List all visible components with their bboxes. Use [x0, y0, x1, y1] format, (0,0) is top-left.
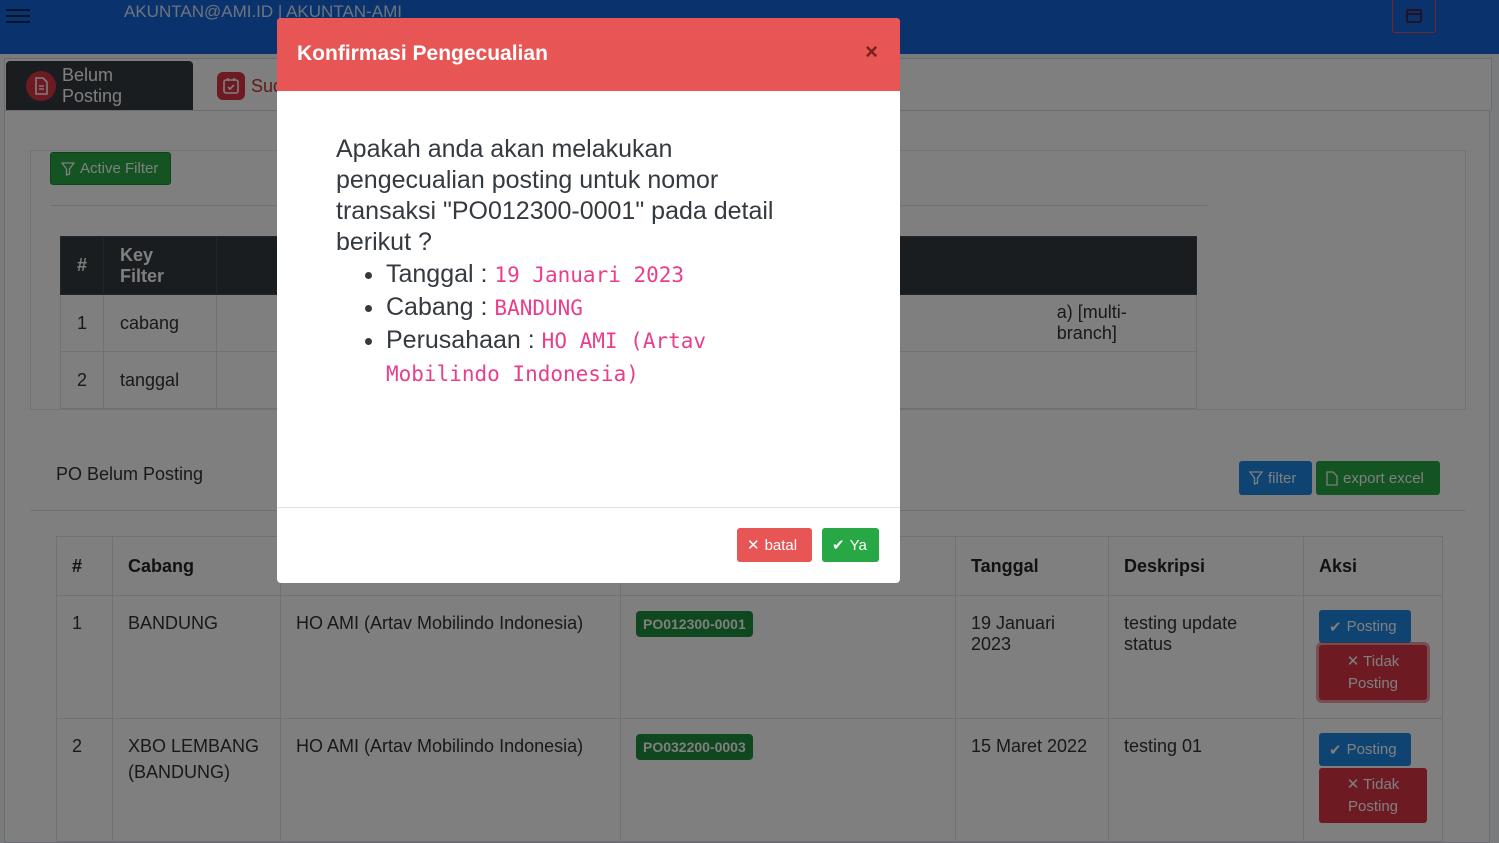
- modal-header: Konfirmasi Pengecualian ×: [277, 18, 900, 91]
- detail-tanggal: Tanggal : 19 Januari 2023: [386, 258, 776, 291]
- modal-title: Konfirmasi Pengecualian: [297, 42, 548, 65]
- close-icon: ✕: [747, 537, 760, 554]
- close-icon[interactable]: ×: [865, 40, 878, 64]
- cancel-button[interactable]: ✕ batal: [737, 528, 812, 562]
- detail-perusahaan: Perusahaan : HO AMI (Artav Mobilindo Ind…: [386, 324, 776, 390]
- detail-list: Tanggal : 19 Januari 2023 Cabang : BANDU…: [336, 258, 776, 390]
- confirmation-modal: Konfirmasi Pengecualian × Apakah anda ak…: [277, 18, 900, 583]
- double-check-icon: ✔: [832, 537, 845, 554]
- confirm-button[interactable]: ✔ Ya: [822, 528, 879, 562]
- modal-body: Apakah anda akan melakukan pengecualian …: [336, 134, 776, 390]
- detail-cabang: Cabang : BANDUNG: [386, 291, 776, 324]
- modal-footer-divider: [277, 507, 900, 508]
- confirmation-question: Apakah anda akan melakukan pengecualian …: [336, 135, 774, 256]
